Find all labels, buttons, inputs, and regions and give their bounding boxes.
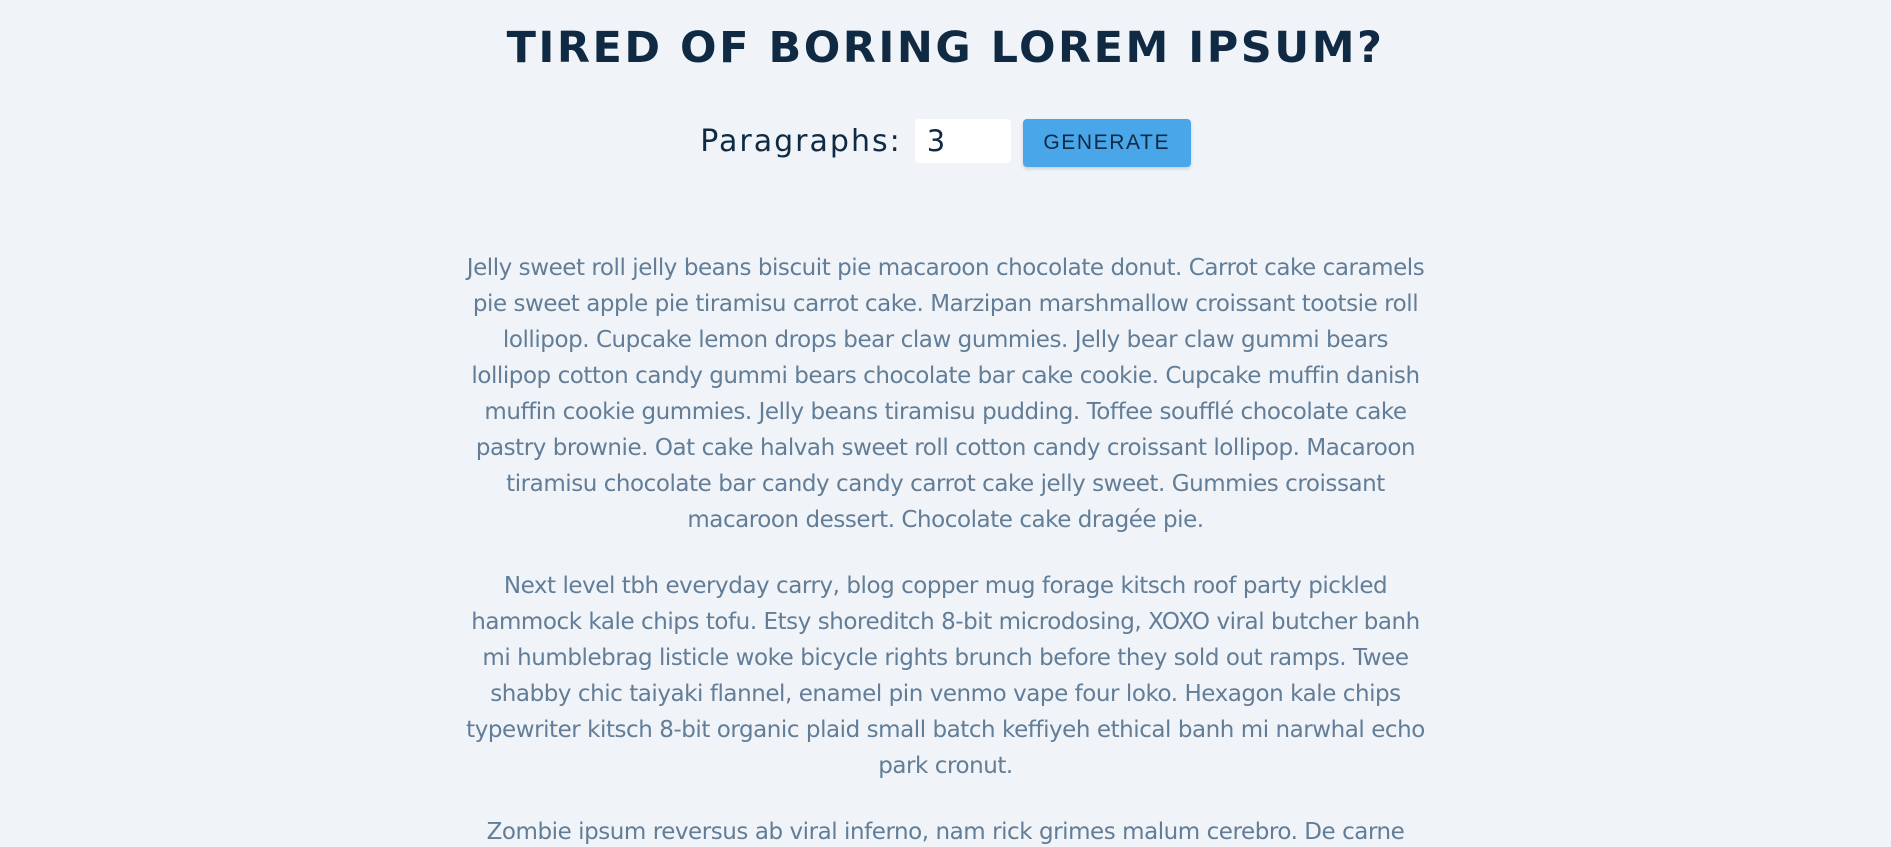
paragraphs-label: Paragraphs: — [700, 123, 902, 159]
lorem-generator-page: TIRED OF BORING LOREM IPSUM? Paragraphs:… — [0, 0, 1891, 847]
generate-button[interactable]: generate — [1022, 118, 1191, 167]
page-title: TIRED OF BORING LOREM IPSUM? — [506, 23, 1385, 73]
lorem-paragraph-3: Zombie ipsum reversus ab viral inferno, … — [486, 819, 1405, 845]
lorem-text-container: Jelly sweet roll jelly beans biscuit pie… — [466, 250, 1426, 847]
lorem-form: Paragraphs: generate — [0, 116, 1891, 167]
lorem-paragraph-1: Jelly sweet roll jelly beans biscuit pie… — [466, 255, 1425, 533]
paragraph-count-input[interactable] — [914, 119, 1011, 163]
lorem-paragraph-2: Next level tbh everyday carry, blog copp… — [466, 573, 1425, 779]
